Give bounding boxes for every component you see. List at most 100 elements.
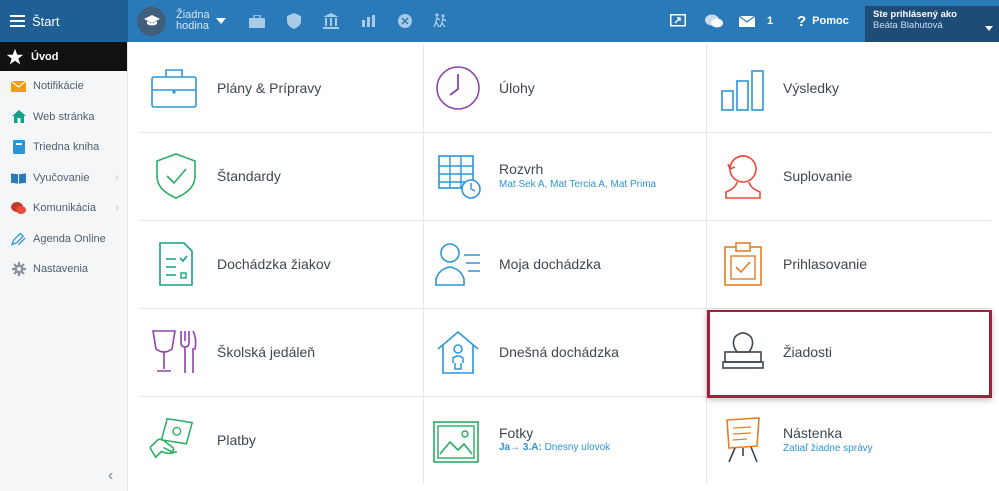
sidebar-item-label: Web stránka (33, 110, 95, 123)
chat-bubbles-icon[interactable] (705, 12, 723, 30)
chevron-right-icon: › (115, 171, 119, 184)
walking-people-icon[interactable] (431, 12, 449, 30)
open-book-icon (11, 170, 26, 185)
institution-icon[interactable] (322, 12, 340, 30)
tile-label: Platby (217, 432, 256, 448)
briefcase-icon (150, 64, 198, 112)
tile-suplovanie[interactable]: Suplovanie (707, 133, 991, 220)
tile-subtitle: Zatiaľ žiadne správy (783, 443, 873, 454)
sidebar-item-komunikacia[interactable]: Komunikácia › (0, 193, 127, 224)
substitute-person-icon (719, 152, 767, 200)
tile-standardy[interactable]: Štandardy (140, 133, 423, 220)
tile-label: Úlohy (499, 80, 535, 96)
schedule-icon (436, 153, 484, 201)
clipboard-check-icon (719, 240, 767, 288)
tile-label: Suplovanie (783, 168, 853, 184)
sidebar-item-label: Úvod (31, 50, 59, 63)
sidebar-item-agenda-online[interactable]: Agenda Online (0, 224, 127, 255)
tile-label: Dnešná dochádzka (499, 344, 619, 360)
question-icon: ? (797, 12, 807, 30)
dashboard-grid: Plány & Prípravy Úlohy Výsledky Štandard… (140, 44, 991, 484)
lesson-text: Žiadna hodina (176, 10, 210, 32)
graduation-cap-icon (137, 6, 166, 36)
tile-label: Rozvrh (499, 161, 544, 177)
account-menu[interactable]: Ste prihlásený ako Beáta Blahutová (865, 6, 999, 42)
easel-board-icon (719, 416, 767, 464)
selected-tile-highlight (707, 310, 992, 398)
home-icon (11, 109, 26, 124)
tile-skolska-jedalen[interactable]: Školská jedáleň (140, 309, 423, 396)
sidebar-item-vyucovanie[interactable]: Vyučovanie › (0, 163, 127, 194)
book-icon (11, 140, 26, 155)
hamburger-icon (10, 15, 25, 27)
sidebar-item-web-stranka[interactable]: Web stránka (0, 102, 127, 133)
tile-subtitle-text: Dnesny ulovok (544, 442, 611, 453)
image-icon (432, 418, 480, 466)
sidebar-item-label: Agenda Online (33, 232, 106, 245)
gear-icon (11, 262, 26, 277)
messages-count[interactable]: 1 (767, 0, 773, 42)
sidebar-item-label: Vyučovanie (33, 171, 90, 184)
tile-fotky[interactable]: Fotky Ja→ 3.A: Dnesny ulovok (424, 397, 706, 484)
briefcase-icon[interactable] (248, 12, 266, 30)
tile-ulohy[interactable]: Úlohy (424, 44, 706, 132)
top-bar: Štart Žiadna hodina 1 ? Pomoc Ste prihlá… (0, 0, 999, 42)
checklist-icon (152, 240, 200, 288)
help-button[interactable]: ? Pomoc (797, 0, 849, 42)
messages-count-value: 1 (767, 15, 774, 27)
chevron-down-icon (215, 18, 226, 24)
lesson-text-line2: hodina (176, 20, 210, 32)
sidebar-item-nastavenia[interactable]: Nastavenia (0, 254, 127, 285)
chevron-right-icon: › (115, 202, 119, 215)
tile-plany-pripravy[interactable]: Plány & Prípravy (140, 44, 423, 132)
sidebar-item-label: Triedna kniha (33, 141, 100, 154)
account-user-name: Beáta Blahutová (873, 20, 943, 31)
help-label: Pomoc (812, 15, 849, 27)
tile-vysledky[interactable]: Výsledky (707, 44, 991, 132)
pencil-icon (11, 231, 26, 246)
tile-subtitle-bold: Ja→ 3.A: (499, 442, 542, 453)
tile-label: Výsledky (783, 80, 840, 96)
chat-icon (11, 201, 26, 216)
sidebar-item-notifikacie[interactable]: Notifikácie (0, 71, 127, 102)
sidebar-item-uvod[interactable]: Úvod (0, 42, 127, 71)
tile-moja-dochadzka[interactable]: Moja dochádzka (424, 221, 706, 308)
tile-label: Školská jedáleň (217, 344, 316, 360)
start-label: Štart (32, 13, 60, 29)
shield-icon[interactable] (285, 12, 303, 30)
tile-prihlasovanie[interactable]: Prihlasovanie (707, 221, 991, 308)
person-list-icon (434, 240, 482, 288)
chevron-down-icon (985, 26, 993, 31)
tile-dochadzka-ziakov[interactable]: Dochádzka žiakov (140, 221, 423, 308)
sidebar-item-triedna-kniha[interactable]: Triedna kniha (0, 132, 127, 163)
start-menu-button[interactable]: Štart (0, 0, 128, 42)
tile-dnesna-dochadzka[interactable]: Dnešná dochádzka (424, 309, 706, 396)
screen-share-icon[interactable] (669, 12, 687, 30)
sidebar-item-label: Komunikácia (33, 202, 96, 215)
sidebar-item-label: Nastavenia (33, 263, 89, 276)
tile-nastenka[interactable]: Nástenka Zatiaľ žiadne správy (707, 397, 991, 484)
tile-label: Plány & Prípravy (217, 80, 322, 96)
tile-label: Štandardy (217, 168, 281, 184)
sidebar-item-label: Notifikácie (33, 80, 84, 93)
tile-label: Fotky (499, 425, 534, 441)
cutlery-glass-icon (150, 328, 198, 376)
sports-icon[interactable] (396, 12, 414, 30)
clock-icon (434, 64, 482, 112)
envelope-icon (11, 79, 26, 94)
tile-label: Nástenka (783, 425, 843, 441)
collapse-sidebar-button[interactable]: ‹ (108, 467, 113, 485)
star-icon (6, 48, 24, 64)
tile-label: Moja dochádzka (499, 256, 601, 272)
tile-subtitle: Ja→ 3.A: Dnesny ulovok (499, 442, 610, 453)
hand-money-icon (148, 414, 196, 462)
envelope-icon[interactable] (738, 12, 756, 30)
tile-rozvrh[interactable]: Rozvrh Mat Sek A, Mat Tercia A, Mat Prim… (424, 133, 706, 220)
tile-label: Prihlasovanie (783, 256, 868, 272)
lesson-selector[interactable]: Žiadna hodina (137, 4, 226, 38)
tile-label: Dochádzka žiakov (217, 256, 331, 272)
bar-chart-icon[interactable] (360, 12, 378, 30)
tile-platby[interactable]: Platby (140, 397, 423, 484)
house-person-icon (434, 328, 482, 376)
account-label: Ste prihlásený ako (873, 9, 957, 20)
